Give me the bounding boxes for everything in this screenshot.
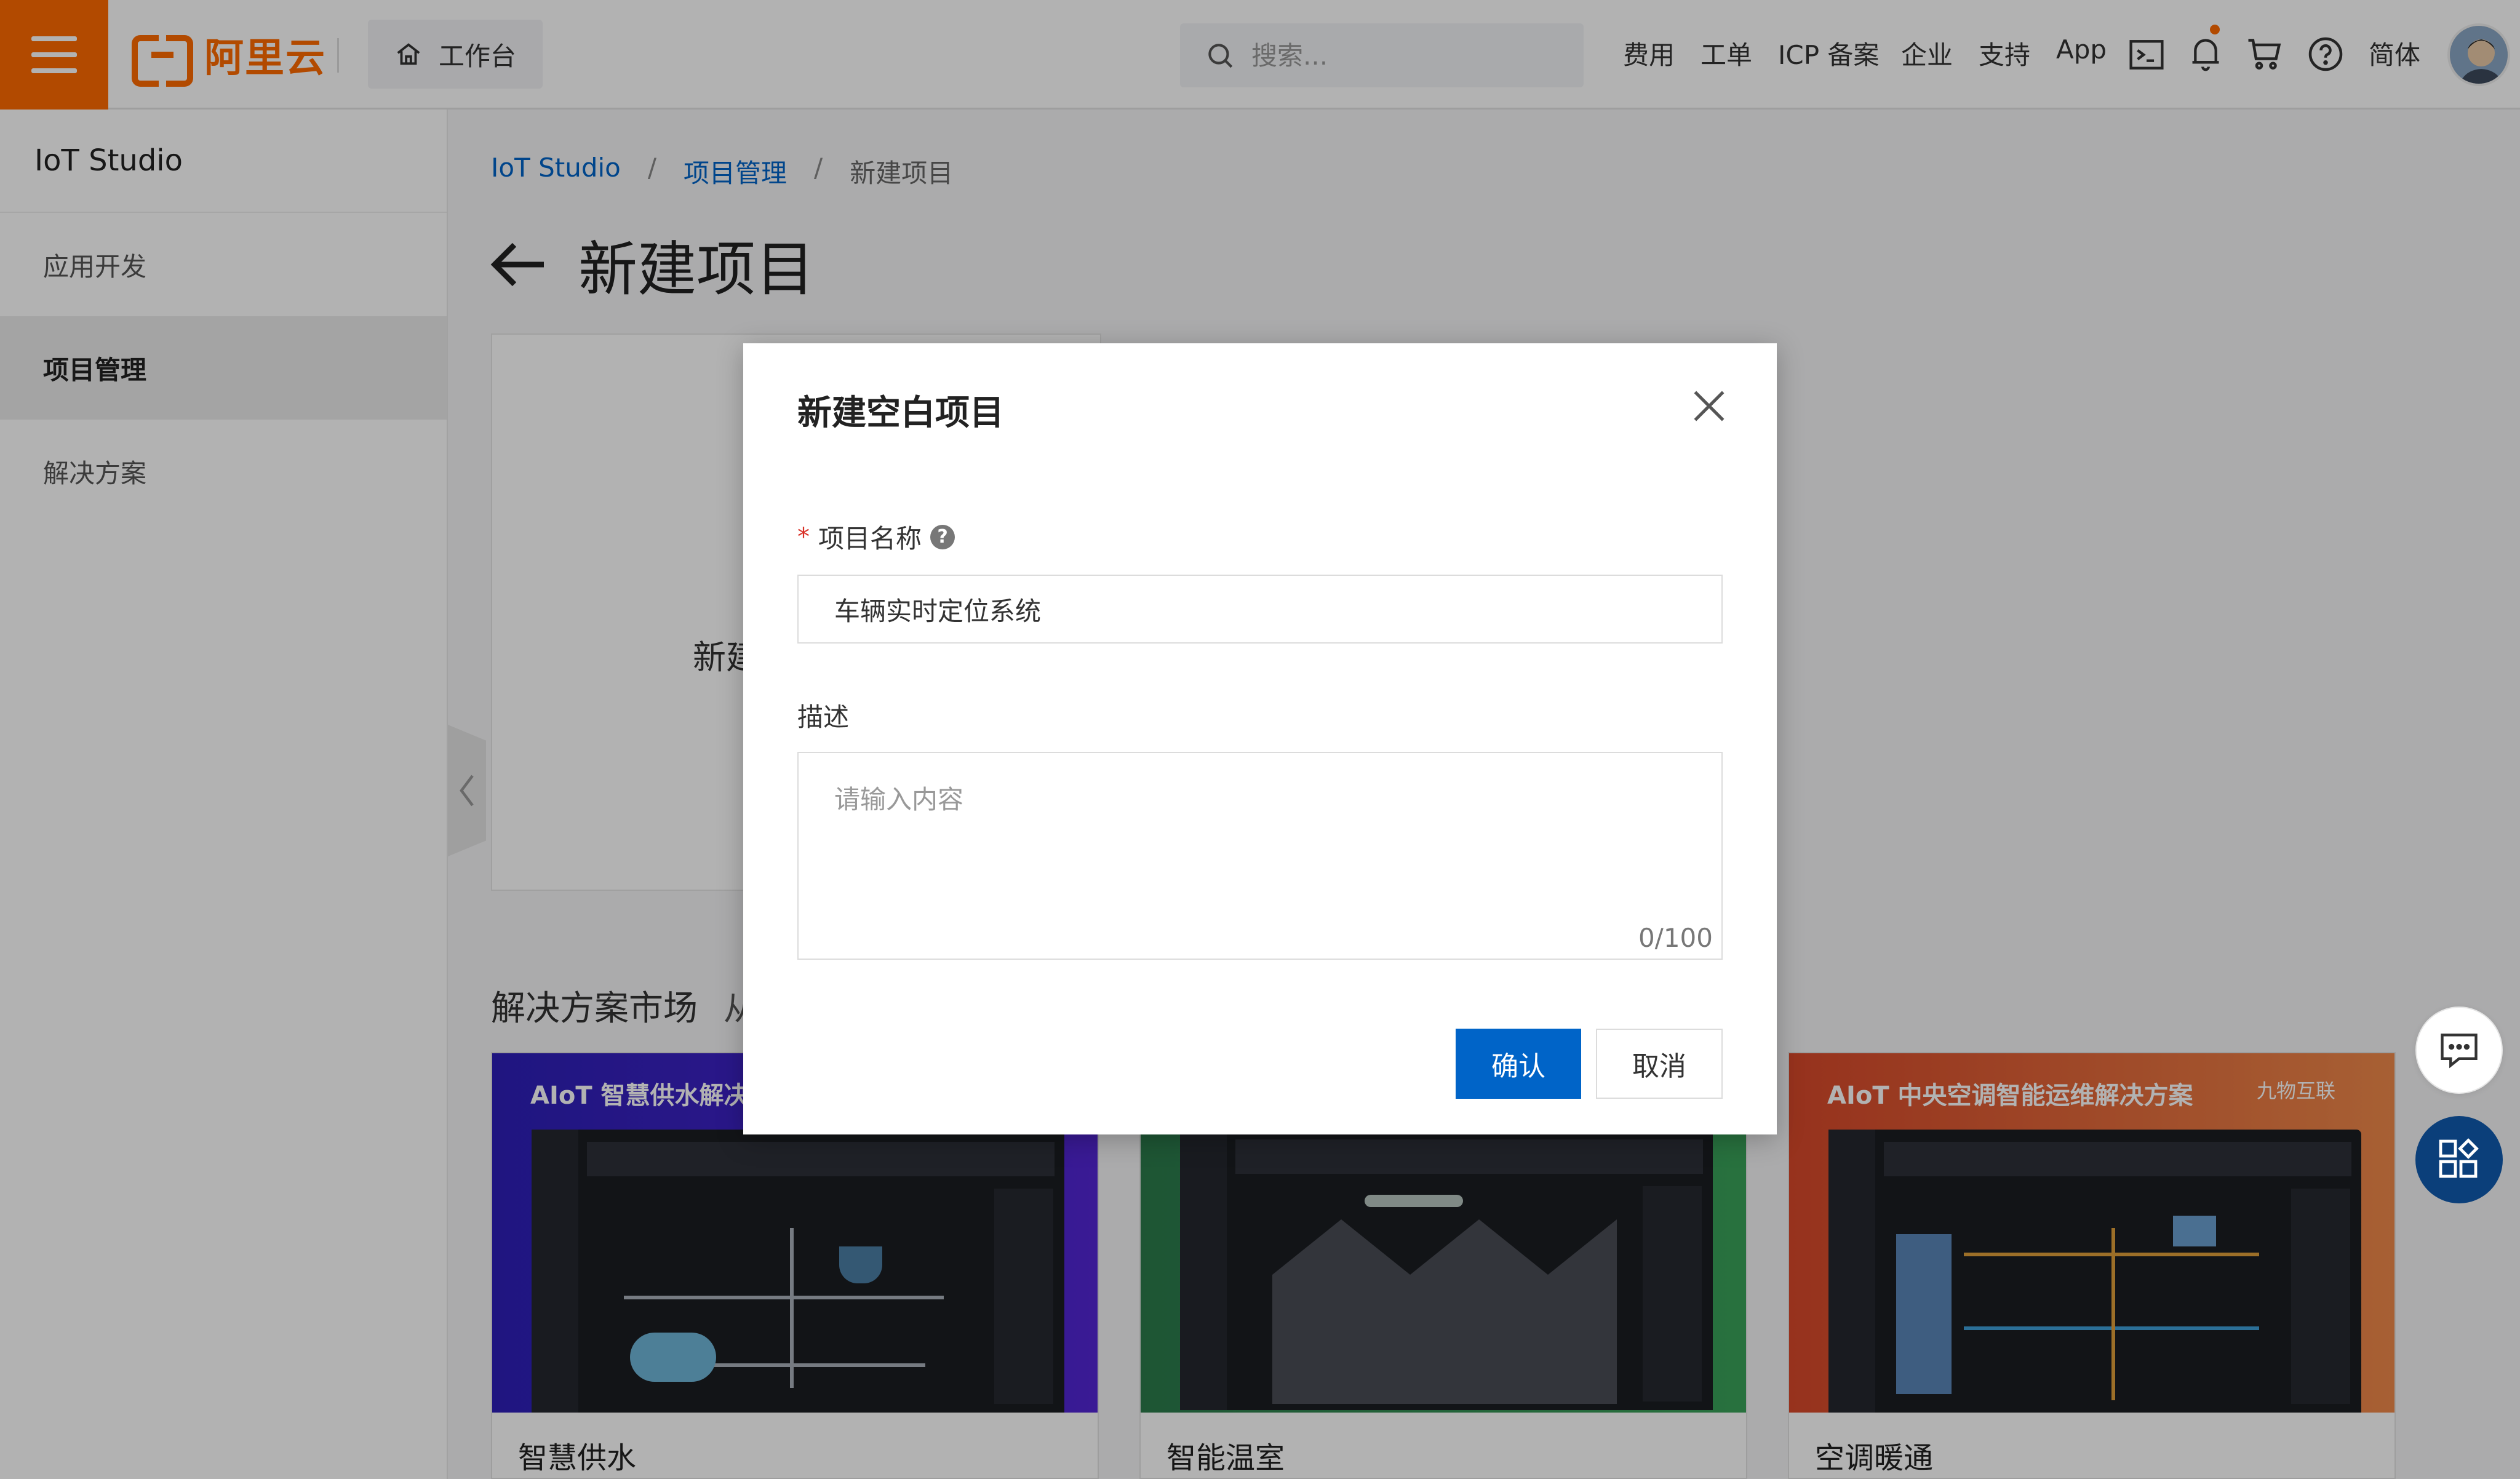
required-mark: * — [797, 522, 810, 551]
project-name-input[interactable] — [797, 575, 1723, 644]
description-textarea[interactable] — [797, 752, 1723, 960]
project-name-label: * 项目名称 ? — [797, 518, 955, 556]
new-blank-project-dialog: 新建空白项目 * 项目名称 ? 描述 0/100 确认 取消 — [743, 343, 1777, 1134]
question-icon[interactable]: ? — [930, 524, 955, 549]
dialog-title: 新建空白项目 — [797, 393, 1004, 433]
apps-grid-icon — [2439, 1138, 2479, 1178]
chat-float-button[interactable] — [2415, 1007, 2503, 1094]
project-name-label-text: 项目名称 — [818, 524, 922, 554]
cancel-button[interactable]: 取消 — [1596, 1029, 1723, 1099]
description-label: 描述 — [797, 702, 850, 732]
description-char-counter: 0/100 — [1638, 923, 1713, 953]
confirm-button[interactable]: 确认 — [1456, 1029, 1581, 1099]
close-icon[interactable] — [1688, 385, 1730, 427]
chat-bubble-icon — [2441, 1034, 2478, 1069]
apps-float-button[interactable] — [2415, 1116, 2503, 1203]
